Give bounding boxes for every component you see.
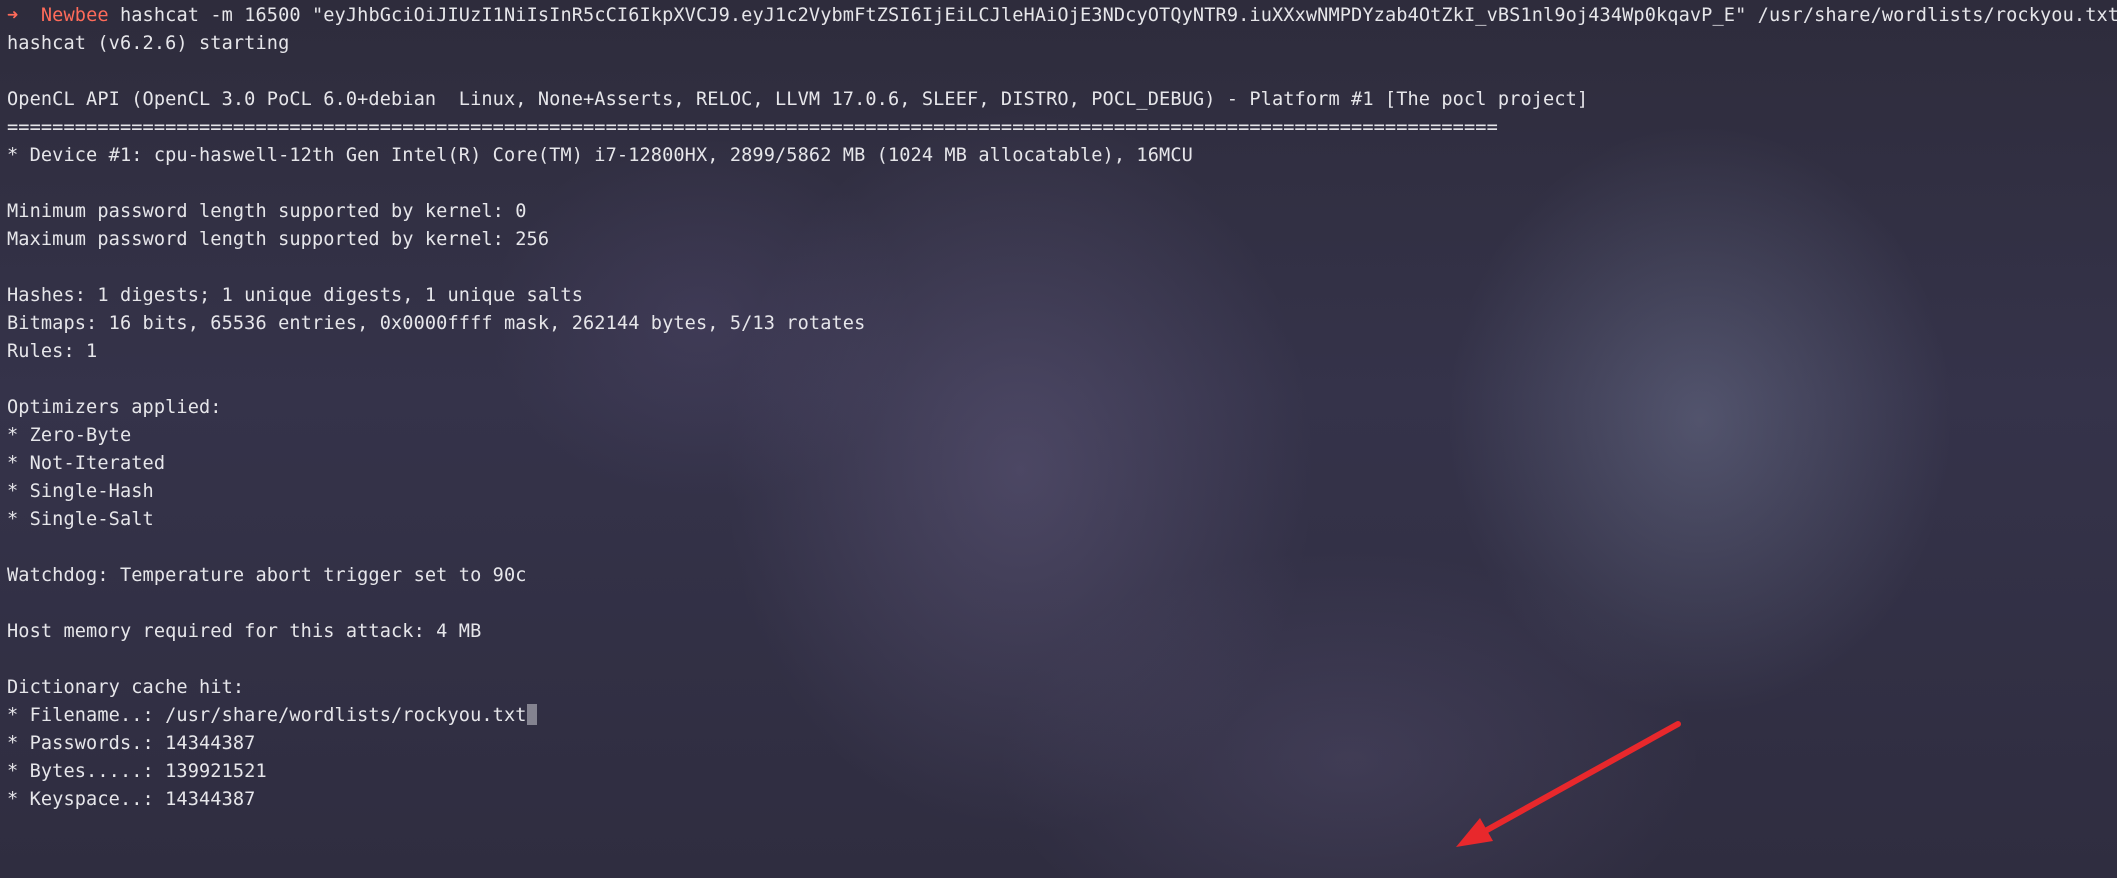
output-line: * Single-Hash xyxy=(7,481,154,502)
prompt-directory: Newbee xyxy=(40,5,109,26)
terminal-window[interactable]: ➜ Newbee hashcat -m 16500 "eyJhbGciOiJIU… xyxy=(0,0,2117,878)
text-cursor xyxy=(526,704,537,725)
output-line: Hashes: 1 digests; 1 unique digests, 1 u… xyxy=(7,285,584,306)
output-line: * Single-Salt xyxy=(7,509,154,530)
prompt-arrow-icon: ➜ xyxy=(7,5,19,26)
terminal-output: ➜ Newbee hashcat -m 16500 "eyJhbGciOiJIU… xyxy=(7,2,2117,842)
output-line: Minimum password length supported by ker… xyxy=(7,201,527,222)
output-line: * Bytes.....: 139921521 xyxy=(7,761,267,782)
output-line: * Keyspace..: 14344387 xyxy=(7,789,256,810)
separator-line: ========================================… xyxy=(7,117,1498,138)
passwords-count: * Filename..: /usr/share/wordlists/rocky… xyxy=(7,705,527,726)
output-line: Host memory required for this attack: 4 … xyxy=(7,621,482,642)
output-line: Rules: 1 xyxy=(7,341,98,362)
cracked-result-line xyxy=(7,814,2117,842)
output-line: * Not-Iterated xyxy=(7,453,166,474)
output-line: Dictionary cache hit: xyxy=(7,677,245,698)
output-line: * Device #1: cpu-haswell-12th Gen Intel(… xyxy=(7,145,1193,166)
output-line: hashcat (v6.2.6) starting xyxy=(7,33,290,54)
command-text: hashcat -m 16500 "eyJhbGciOiJIUzI1NiIsIn… xyxy=(119,5,2117,26)
output-line-with-cursor: * Filename..: /usr/share/wordlists/rocky… xyxy=(7,702,2117,730)
prompt-line: ➜ Newbee hashcat -m 16500 "eyJhbGciOiJIU… xyxy=(7,2,2117,30)
output-line: * Zero-Byte xyxy=(7,425,132,446)
output-line: * Passwords.: 14344387 xyxy=(7,733,256,754)
output-line: OpenCL API (OpenCL 3.0 PoCL 6.0+debian L… xyxy=(7,89,1589,110)
output-line: Watchdog: Temperature abort trigger set … xyxy=(7,565,527,586)
output-line: Bitmaps: 16 bits, 65536 entries, 0x0000f… xyxy=(7,313,866,334)
output-line: Optimizers applied: xyxy=(7,397,222,418)
output-line: Maximum password length supported by ker… xyxy=(7,229,550,250)
